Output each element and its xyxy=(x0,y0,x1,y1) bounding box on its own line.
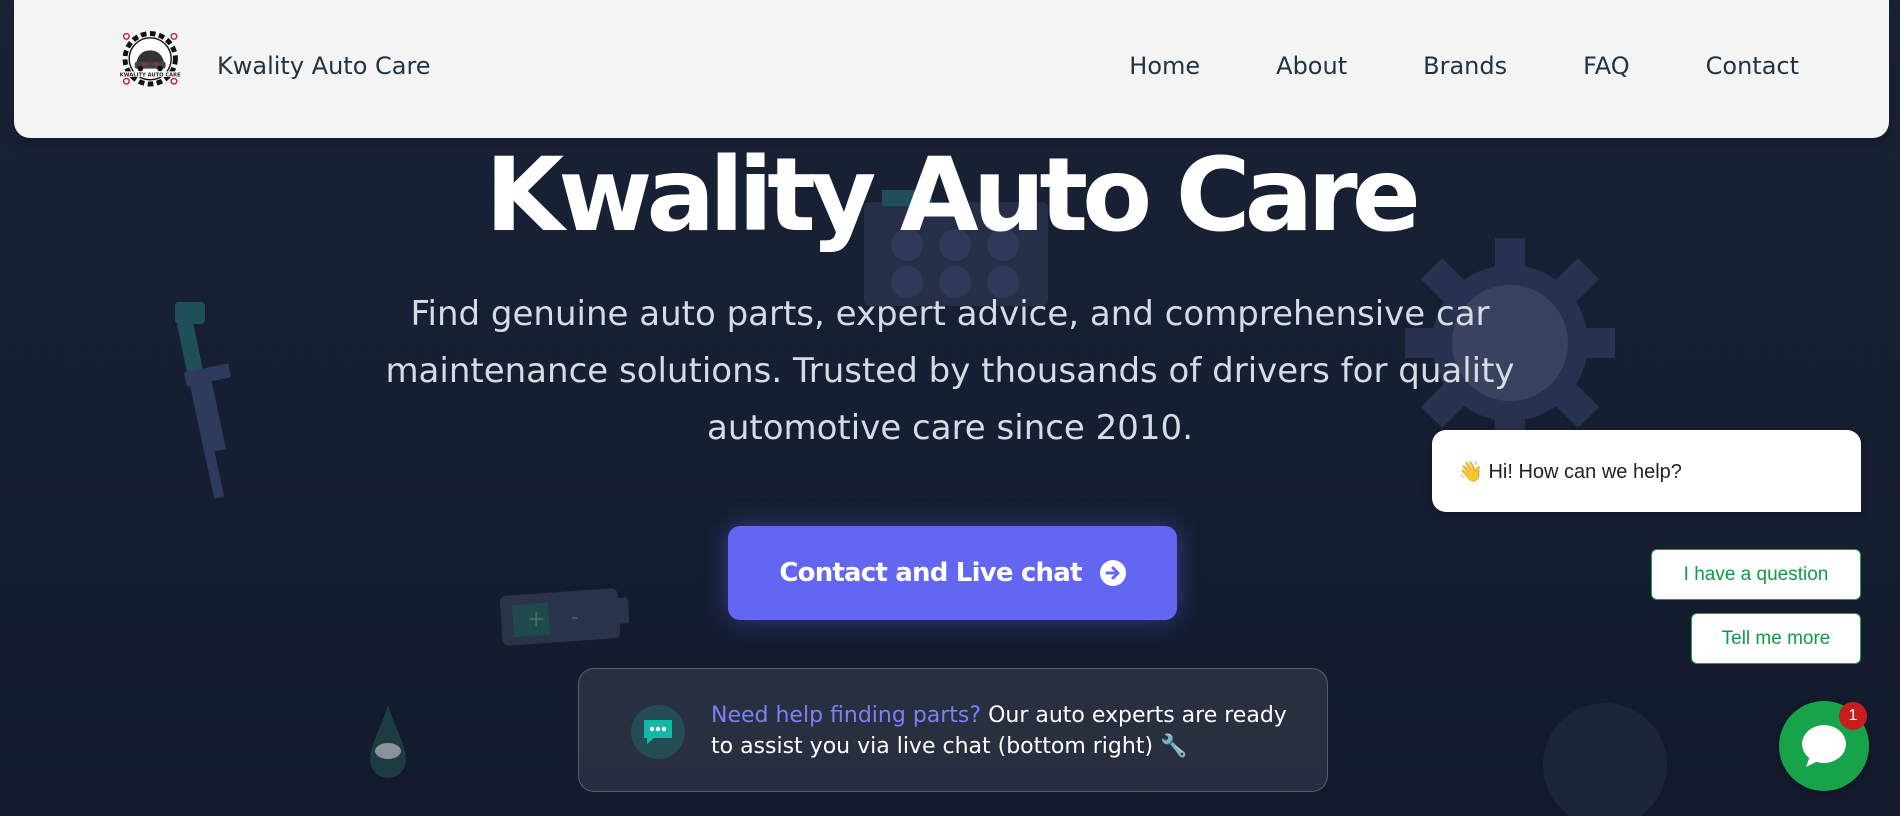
chat-option-tell-more[interactable]: Tell me more xyxy=(1691,613,1861,664)
help-text: Need help finding parts? Our auto expert… xyxy=(711,700,1301,762)
messenger-icon xyxy=(1802,725,1846,767)
nav-link-brands[interactable]: Brands xyxy=(1423,52,1507,80)
cta-label: Contact and Live chat xyxy=(779,558,1082,588)
arrow-right-circle-icon xyxy=(1099,560,1126,586)
oil-drop-decoration xyxy=(370,705,406,778)
svg-text:+: + xyxy=(527,607,545,632)
hero-subtitle: Find genuine auto parts, expert advice, … xyxy=(385,294,1515,448)
nav-link-home[interactable]: Home xyxy=(1129,52,1200,80)
hero-title: Kwality Auto Care xyxy=(485,136,1421,255)
brand-name[interactable]: Kwality Auto Care xyxy=(217,52,431,80)
chat-greeting-text: 👋 Hi! How can we help? xyxy=(1458,461,1682,483)
help-card: Need help finding parts? Our auto expert… xyxy=(578,668,1328,792)
chat-greeting-bubble[interactable]: 👋 Hi! How can we help? xyxy=(1432,430,1861,512)
chat-bubble-icon xyxy=(644,720,672,744)
help-icon-wrap xyxy=(631,705,685,759)
battery-decoration: + - xyxy=(499,588,630,646)
help-highlight: Need help finding parts? xyxy=(711,703,982,728)
navbar: KWALITY AUTO CARE Kwality Auto Care Home… xyxy=(14,0,1889,138)
svg-text:KWALITY AUTO CARE: KWALITY AUTO CARE xyxy=(120,72,181,78)
tool-decoration xyxy=(175,302,231,499)
nav-link-contact[interactable]: Contact xyxy=(1706,52,1799,80)
svg-text:-: - xyxy=(571,605,579,630)
contact-live-chat-button[interactable]: Contact and Live chat xyxy=(728,526,1177,620)
chat-unread-badge: 1 xyxy=(1839,702,1867,730)
nav-link-about[interactable]: About xyxy=(1276,52,1347,80)
chat-option-question[interactable]: I have a question xyxy=(1651,549,1861,600)
nav-link-faq[interactable]: FAQ xyxy=(1583,52,1630,80)
brand-logo[interactable]: KWALITY AUTO CARE xyxy=(114,28,206,112)
nav-links: Home About Brands FAQ Contact xyxy=(1053,52,1799,80)
wheel-decoration xyxy=(1543,703,1667,816)
